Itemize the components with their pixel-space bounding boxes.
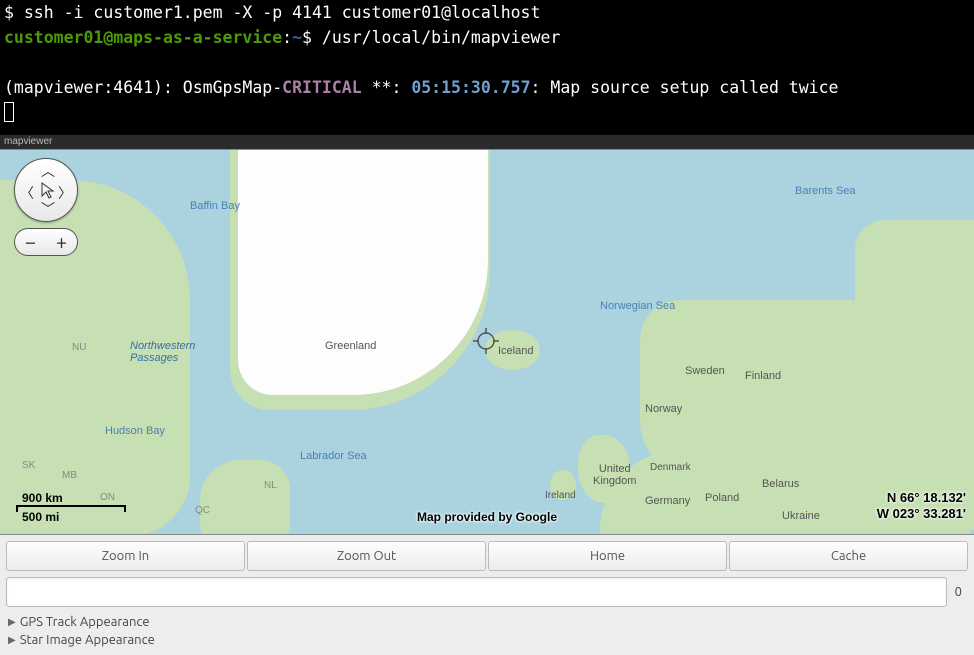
log-message: : Map source setup called twice xyxy=(531,78,839,97)
map-attribution: Map provided by Google xyxy=(0,510,974,524)
label-germany: Germany xyxy=(645,495,690,507)
cache-button[interactable]: Cache xyxy=(729,541,968,571)
text-input[interactable] xyxy=(6,577,947,607)
zoom-in-button[interactable]: Zoom In xyxy=(6,541,245,571)
pan-left-icon[interactable]: 〈 xyxy=(20,183,34,203)
terminal: $ ssh -i customer1.pem -X -p 4141 custom… xyxy=(0,0,974,135)
label-sweden: Sweden xyxy=(685,365,725,377)
scale-km: 900 km xyxy=(16,491,126,505)
zoom-control[interactable]: − + xyxy=(14,228,78,256)
label-poland: Poland xyxy=(705,492,739,504)
label-uk: United Kingdom xyxy=(593,463,636,487)
label-mb: MB xyxy=(62,470,77,481)
input-row: 0 xyxy=(0,575,974,613)
zoom-in-icon[interactable]: + xyxy=(56,232,67,252)
toolbar: Zoom In Zoom Out Home Cache xyxy=(0,535,974,575)
label-nl: NL xyxy=(264,480,277,491)
label-belarus: Belarus xyxy=(762,478,799,490)
label-hudson-bay: Hudson Bay xyxy=(105,425,165,437)
label-norway: Norway xyxy=(645,403,682,415)
pan-up-icon[interactable]: ︿ xyxy=(41,161,55,181)
terminal-command: /usr/local/bin/mapviewer xyxy=(322,28,560,47)
crosshair-marker-icon xyxy=(473,328,499,354)
triangle-right-icon: ▶ xyxy=(8,634,16,646)
label-finland: Finland xyxy=(745,370,781,382)
label-sk: SK xyxy=(22,460,35,471)
label-nu: NU xyxy=(72,342,86,353)
pan-right-icon[interactable]: 〉 xyxy=(58,183,72,203)
label-iceland: Iceland xyxy=(498,345,533,357)
terminal-cursor xyxy=(4,102,14,122)
pan-control[interactable]: ︿ ﹀ 〈 〉 xyxy=(14,158,78,222)
coord-lon: W 023° 33.281' xyxy=(877,506,966,522)
cursor-icon[interactable] xyxy=(39,181,57,203)
map-coordinates: N 66° 18.132' W 023° 33.281' xyxy=(877,490,966,522)
star-image-label: Star Image Appearance xyxy=(20,633,155,647)
star-image-expander[interactable]: ▶ Star Image Appearance xyxy=(0,631,974,649)
zoom-out-icon[interactable]: − xyxy=(25,232,36,252)
coord-lat: N 66° 18.132' xyxy=(877,490,966,506)
terminal-userhost: customer01@maps-as-a-service xyxy=(4,28,282,47)
window-title: mapviewer xyxy=(0,135,974,149)
triangle-right-icon: ▶ xyxy=(8,616,16,628)
gps-track-expander[interactable]: ▶ GPS Track Appearance xyxy=(0,613,974,631)
gps-track-label: GPS Track Appearance xyxy=(20,615,150,629)
label-barents-sea: Barents Sea xyxy=(795,185,856,197)
label-ireland: Ireland xyxy=(545,490,576,501)
terminal-line-1: $ ssh -i customer1.pem -X -p 4141 custom… xyxy=(4,3,540,22)
log-level: CRITICAL xyxy=(282,78,361,97)
count-label: 0 xyxy=(955,585,968,599)
label-nw-passages: Northwestern Passages xyxy=(130,340,195,364)
mapviewer-app: Baffin Bay Northwestern Passages Hudson … xyxy=(0,149,974,655)
label-greenland: Greenland xyxy=(325,340,376,352)
map-canvas[interactable]: Baffin Bay Northwestern Passages Hudson … xyxy=(0,149,974,535)
label-denmark: Denmark xyxy=(650,462,691,473)
label-norwegian-sea: Norwegian Sea xyxy=(600,300,675,312)
zoom-out-button[interactable]: Zoom Out xyxy=(247,541,486,571)
log-time: 05:15:30.757 xyxy=(411,78,530,97)
label-labrador-sea: Labrador Sea xyxy=(300,450,367,462)
home-button[interactable]: Home xyxy=(488,541,727,571)
label-baffin-bay: Baffin Bay xyxy=(190,200,240,212)
land-russia xyxy=(855,220,974,530)
